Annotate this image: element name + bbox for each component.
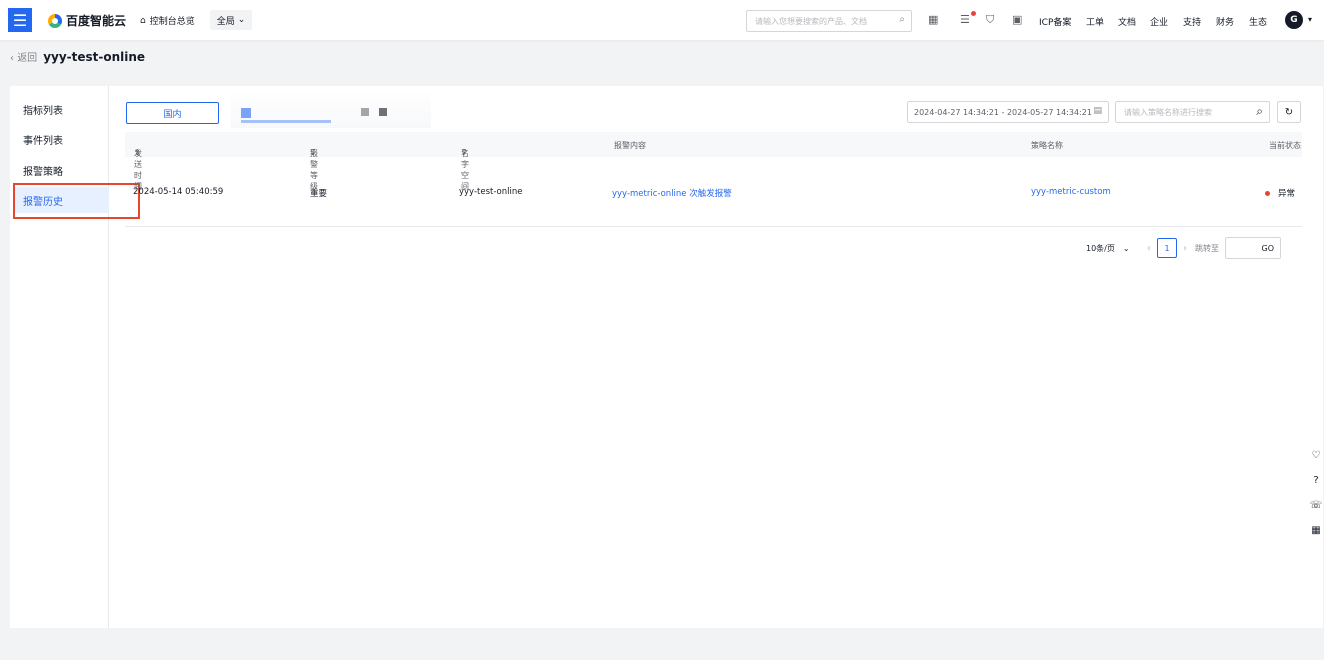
page-size-value: 10条/页: [1086, 243, 1115, 253]
calendar-icon[interactable]: ▣: [1012, 13, 1022, 26]
jump-input[interactable]: GO: [1225, 237, 1281, 259]
phone-icon[interactable]: ☏: [1310, 500, 1323, 511]
pagination: 10条/页 ⌄ ‹ 1 › 跳转至 GO: [1081, 237, 1281, 259]
calendar-icon: ▤: [1093, 106, 1102, 116]
avatar[interactable]: G: [1285, 11, 1303, 29]
console-home-label: 控制台总览: [149, 17, 195, 27]
sidebar-item-policies[interactable]: 报警策略: [13, 157, 109, 183]
sidebar-item-metrics[interactable]: 指标列表: [13, 96, 109, 122]
cell-namespace: yyy-test-online: [459, 187, 523, 197]
nav-docs[interactable]: 文档: [1118, 15, 1136, 28]
page-title: yyy-test-online: [43, 49, 146, 64]
search-placeholder: 请输入您想要搜索的产品、文档: [755, 16, 867, 26]
help-icon[interactable]: ?: [1313, 475, 1318, 486]
redacted-block: [241, 108, 251, 118]
date-range-picker[interactable]: 2024-04-27 14:34:21 - 2024-05-27 14:34:2…: [907, 101, 1109, 123]
chevron-down-icon: ⌄: [1122, 243, 1130, 253]
qrcode-icon[interactable]: ▦: [928, 13, 938, 26]
redacted-tabs: [231, 90, 431, 128]
jump-label: 跳转至: [1195, 243, 1219, 253]
notification-dot: [971, 11, 976, 16]
policy-search-input[interactable]: 请输入策略名称进行搜索 ⌕: [1115, 101, 1270, 123]
console-home-link[interactable]: ⌂ 控制台总览: [140, 14, 195, 28]
nav-finance[interactable]: 财务: [1216, 15, 1234, 28]
sidebar-item-label: 事件列表: [23, 135, 63, 147]
go-button[interactable]: GO: [1262, 244, 1275, 253]
nav-ticket[interactable]: 工单: [1086, 15, 1104, 28]
redacted-block: [361, 108, 369, 116]
nav-support[interactable]: 支持: [1183, 15, 1201, 28]
baidu-cloud-logo-icon: [48, 13, 62, 28]
cell-status: 异常: [1265, 187, 1295, 199]
back-label: 返回: [17, 53, 38, 64]
sidebar-item-label: 指标列表: [23, 105, 63, 117]
nav-ecosystem[interactable]: 生态: [1249, 15, 1267, 28]
sidebar-item-events[interactable]: 事件列表: [13, 126, 109, 152]
cell-policy-link[interactable]: yyy-metric-custom: [1031, 187, 1111, 197]
cell-send-time: 2024-05-14 05:40:59: [133, 187, 224, 197]
header-policy: 策略名称: [1031, 141, 1063, 150]
home-icon: ⌂: [140, 15, 146, 26]
floating-toolbar: ♡ ? ☏ ▦: [1308, 450, 1324, 536]
redacted-underline: [241, 120, 331, 123]
message-icon[interactable]: ☰: [960, 13, 970, 26]
redacted-block: [379, 108, 387, 116]
date-range-value: 2024-04-27 14:34:21 - 2024-05-27 14:34:2…: [914, 107, 1092, 117]
filter-icon[interactable]: ⊽: [461, 148, 467, 157]
nav-enterprise[interactable]: 企业: [1150, 15, 1168, 28]
refresh-button[interactable]: ↻: [1277, 101, 1301, 123]
top-bar: ☰ 百度智能云 ⌂ 控制台总览 全局 ⌄ 请输入您想要搜索的产品、文档 ⌕ ▦ …: [0, 0, 1324, 40]
status-dot: [1265, 191, 1270, 196]
policy-search-placeholder: 请输入策略名称进行搜索: [1124, 107, 1212, 117]
scope-value: 全局: [216, 16, 235, 27]
scope-select[interactable]: 全局 ⌄: [210, 10, 252, 30]
filter-icon[interactable]: ⊽: [310, 148, 316, 157]
cell-level: 重要: [310, 189, 328, 199]
back-link[interactable]: ‹ 返回: [10, 49, 37, 64]
hamburger-icon[interactable]: ☰: [8, 8, 32, 32]
sort-icon[interactable]: ⇕: [134, 148, 141, 157]
alarm-history-table: 发送时间 ⇕ 报警等级 ⊽ 名字空间 ⊽ 报警内容 策略名称 当前状态 2024…: [125, 132, 1302, 227]
prev-page-icon[interactable]: ‹: [1147, 243, 1151, 254]
sidebar-item-label: 报警策略: [23, 166, 63, 178]
logo[interactable]: 百度智能云: [48, 12, 126, 29]
search-icon[interactable]: ⌕: [899, 14, 905, 25]
region-button[interactable]: 国内: [126, 102, 219, 124]
breadcrumb: ‹ 返回 yyy-test-online: [10, 49, 146, 65]
cart-icon[interactable]: ⛉: [986, 13, 994, 27]
header-content: 报警内容: [614, 141, 646, 150]
caret-down-icon[interactable]: ▾: [1308, 15, 1312, 24]
main-panel: 指标列表 事件列表 报警策略 报警历史 国内 2024-04-27 14:34:…: [10, 86, 1323, 628]
status-label: 异常: [1278, 189, 1296, 199]
table-row: 2024-05-14 05:40:59 重要 yyy-test-online y…: [125, 157, 1302, 227]
header-status: 当前状态: [1269, 141, 1301, 150]
feedback-icon[interactable]: ♡: [1312, 450, 1321, 461]
next-page-icon[interactable]: ›: [1183, 243, 1187, 254]
nav-icp[interactable]: ICP备案: [1039, 15, 1071, 28]
page-number[interactable]: 1: [1157, 238, 1177, 258]
table-header: 发送时间 ⇕ 报警等级 ⊽ 名字空间 ⊽ 报警内容 策略名称 当前状态: [125, 132, 1302, 191]
refresh-icon: ↻: [1284, 106, 1294, 118]
global-search-input[interactable]: 请输入您想要搜索的产品、文档 ⌕: [746, 10, 912, 32]
search-icon[interactable]: ⌕: [1256, 104, 1263, 119]
cell-content-link[interactable]: yyy-metric-online 次触发报警: [612, 187, 732, 199]
logo-text: 百度智能云: [66, 14, 127, 28]
highlight-box: [13, 183, 140, 219]
grid-icon[interactable]: ▦: [1311, 525, 1320, 536]
page-size-select[interactable]: 10条/页 ⌄: [1081, 237, 1141, 259]
sidebar: 指标列表 事件列表 报警策略 报警历史: [10, 86, 109, 628]
chevron-down-icon: ⌄: [237, 15, 246, 25]
